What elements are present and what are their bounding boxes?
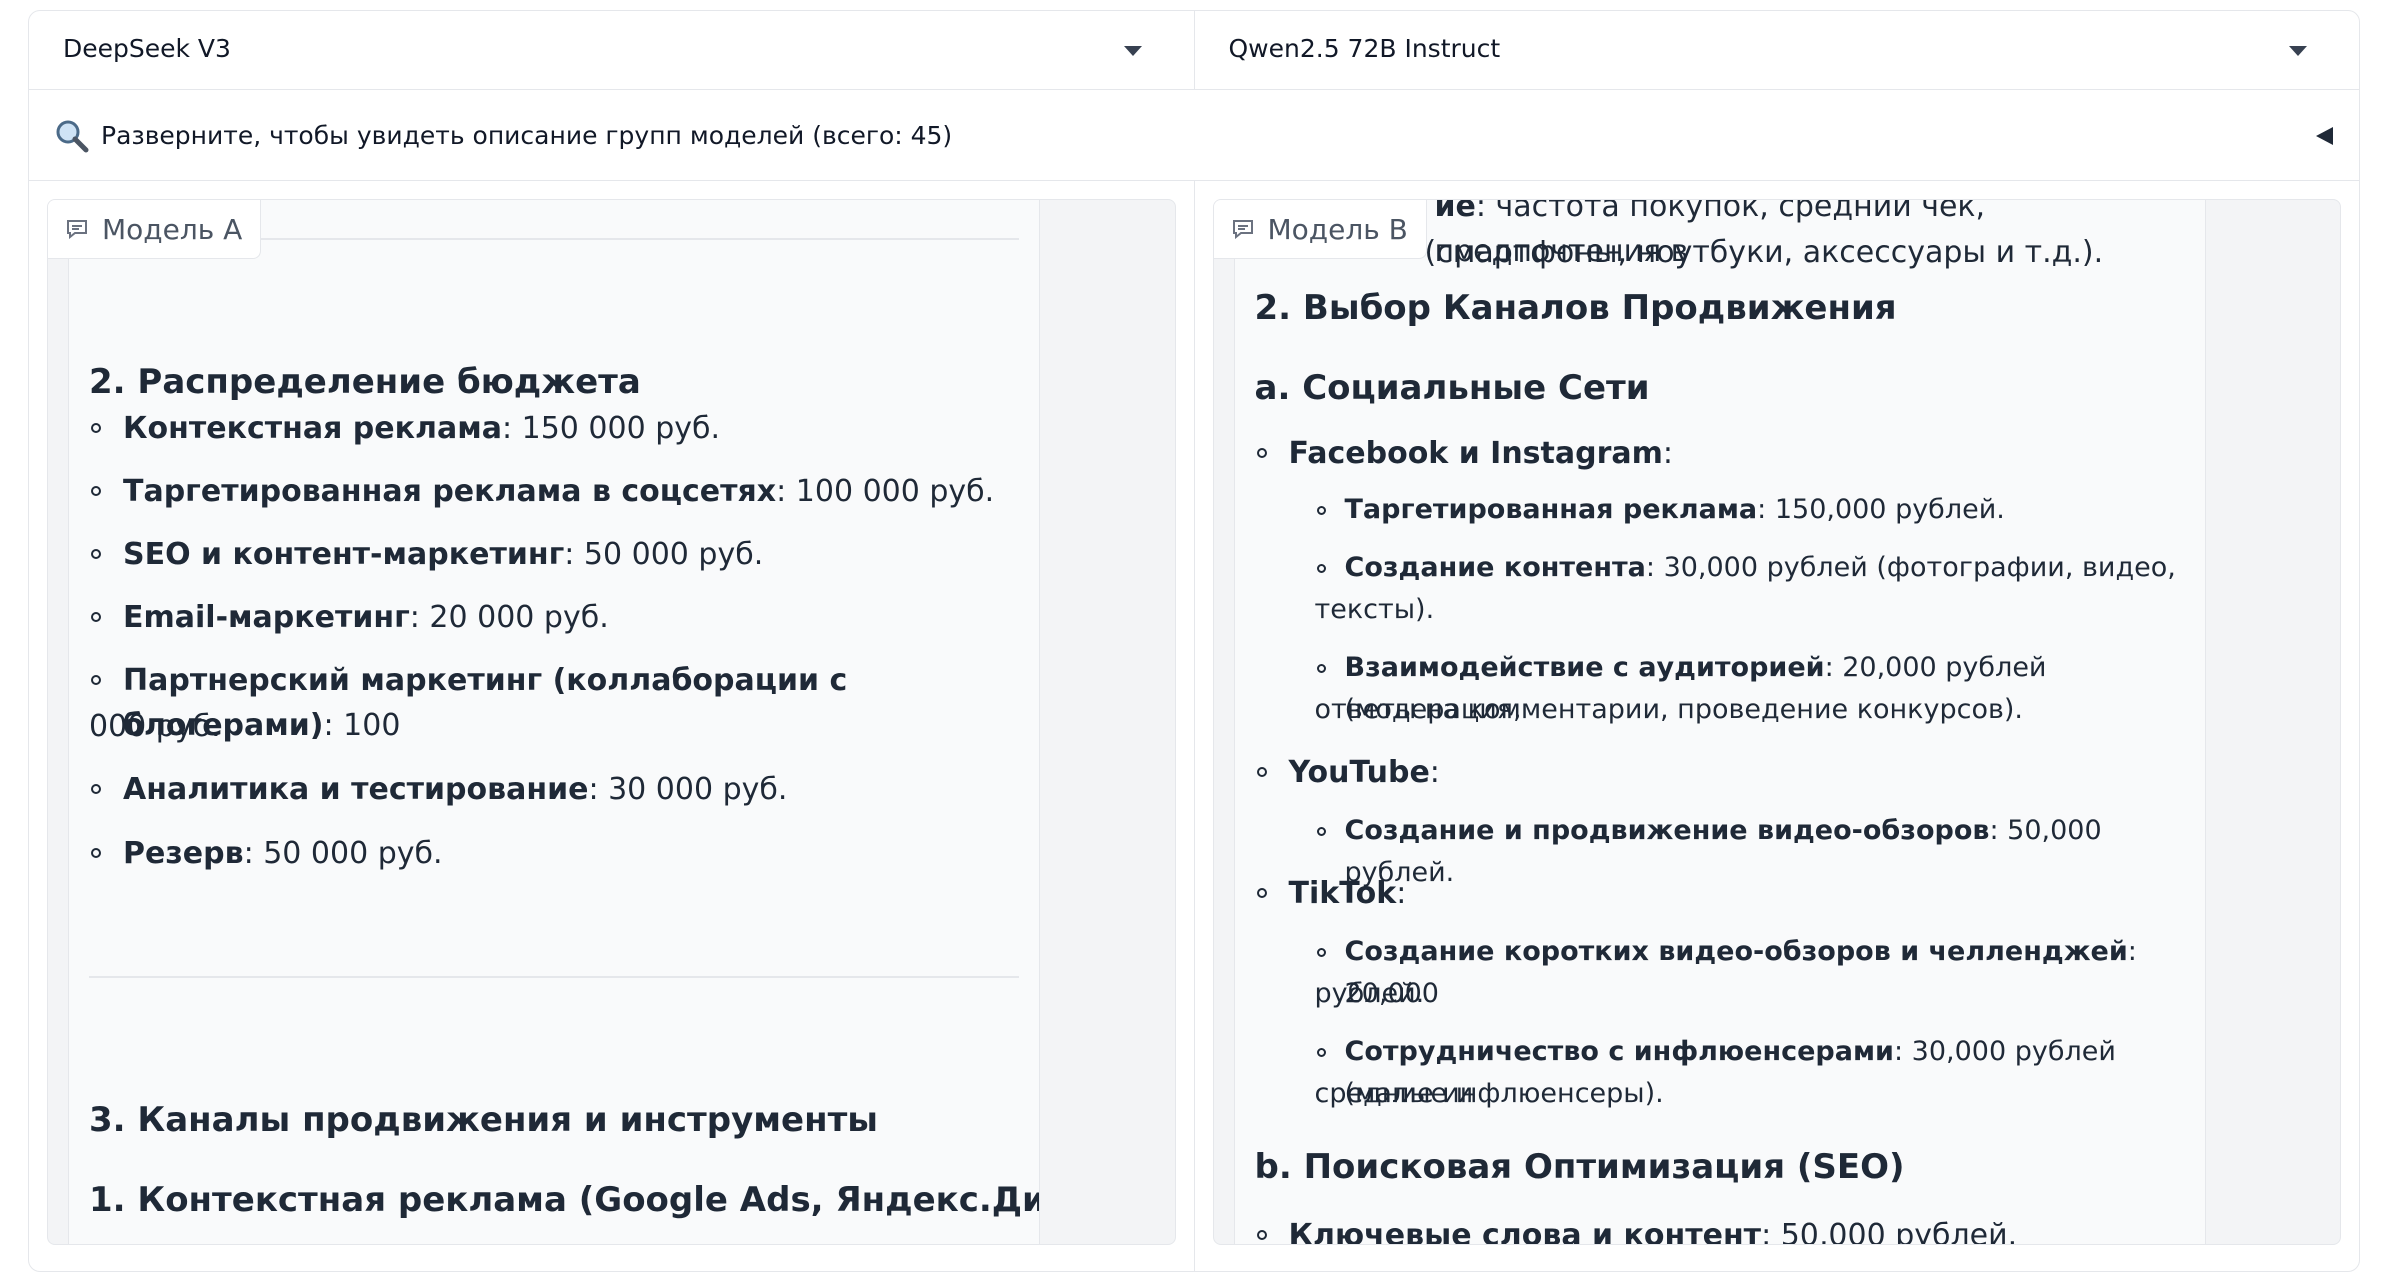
heading-seo: b. Поисковая Оптимизация (SEO) (1254, 1147, 1905, 1187)
bullet (1256, 448, 1267, 458)
message-b: ие: частота покупок, средний чек, предпо… (1233, 200, 2206, 1245)
heading-context-ads: 1. Контекстная реклама (Google Ads, Янде… (89, 1180, 1039, 1220)
model-a-selected: DeepSeek V3 (63, 34, 231, 63)
heading-social: a. Социальные Сети (1254, 368, 1650, 408)
list-item: Создание контента: 30,000 рублей (фотогр… (1344, 552, 2176, 583)
model-a-badge: Модель A (48, 200, 262, 259)
list-item: Аналитика и тестирование: 30 000 руб. (123, 772, 788, 807)
heading-channels: 2. Выбор Каналов Продвижения (1254, 288, 1897, 328)
bullet (1316, 506, 1326, 515)
column-model-b: ие: частота покупок, средний чек, предпо… (1193, 181, 2360, 1271)
list-item: SEO и контент-маркетинг: 50 000 руб. (123, 537, 764, 572)
chatbot-panel-b: ие: частота покупок, средний чек, предпо… (1212, 199, 2341, 1245)
model-b-dropdown[interactable]: Qwen2.5 72B Instruct (1193, 11, 2360, 89)
divider (89, 976, 1019, 978)
collapse-arrow-icon[interactable] (2316, 127, 2333, 145)
list-item: Резерв: 50 000 руб. (123, 836, 443, 871)
list-item-continued: тексты). (1314, 594, 1435, 625)
list-item: Контекстная реклама: 150 000 руб. (123, 411, 721, 446)
chevron-down-icon (1123, 46, 1142, 56)
bullet (1316, 664, 1326, 673)
model-selectors: DeepSeek V3 Qwen2.5 72B Instruct (29, 11, 2359, 90)
bullet (1316, 948, 1326, 957)
list-item: YouTube: (1288, 755, 1440, 790)
chatbot-panel-a: Модель A 2. Распределение бюджета Контек… (47, 199, 1176, 1245)
list-item: Email-маркетинг: 20 000 руб. (123, 600, 609, 635)
bullet (91, 549, 101, 559)
chat-bubble-icon (67, 220, 87, 239)
magnifier-icon (56, 120, 89, 153)
bullet (1316, 827, 1326, 836)
list-item-continued: ответы на комментарии, проведение конкур… (1314, 694, 2024, 725)
list-item: Таргетированная реклама: 150,000 рублей. (1344, 494, 2005, 525)
model-a-dropdown[interactable]: DeepSeek V3 (29, 11, 1194, 89)
model-b-badge: Модель B (1213, 200, 1427, 259)
bullet (91, 675, 101, 685)
bullet (91, 612, 101, 622)
list-item-continued: 000 руб. (89, 709, 221, 744)
list-item: Ключевые слова и контент: 50,000 рублей. (1288, 1218, 2018, 1245)
model-a-label: Модель A (102, 212, 243, 246)
bullet (91, 784, 101, 794)
list-item: Партнерский маркетинг (коллаборации с бл… (123, 663, 848, 743)
arena-frame: DeepSeek V3 Qwen2.5 72B Instruct Разверн… (28, 10, 2360, 1272)
bullet (1316, 564, 1326, 573)
accordion-label: Разверните, чтобы увидеть описание групп… (101, 121, 953, 150)
model-b-label: Модель B (1267, 212, 1408, 246)
bullet (1316, 1048, 1326, 1057)
chevron-down-icon (2289, 46, 2307, 56)
bullet (91, 848, 101, 858)
model-groups-accordion[interactable]: Разверните, чтобы увидеть описание групп… (29, 90, 2359, 181)
list-item: TikTok: (1288, 876, 1407, 911)
column-model-a: Модель A 2. Распределение бюджета Контек… (29, 181, 1194, 1271)
list-item: Таргетированная реклама в соцсетях: 100 … (123, 474, 995, 509)
bullet (1256, 888, 1267, 898)
bullet (91, 423, 101, 433)
list-item: Создание и продвижение видео-обзоров: 50… (1344, 815, 2102, 888)
message-a: 2. Распределение бюджета Контекстная рек… (68, 200, 1040, 1244)
heading-channels: 3. Каналы продвижения и инструменты (89, 1100, 879, 1140)
text-line: (смартфоны, ноутбуки, аксессуары и т.д.)… (1424, 235, 2104, 270)
bullet (1256, 767, 1267, 777)
chat-bubble-icon (1232, 220, 1253, 239)
list-item: Создание коротких видео-обзоров и челлен… (1344, 936, 2137, 1009)
bullet (91, 486, 101, 496)
heading-budget: 2. Распределение бюджета (89, 362, 641, 402)
bullet (1256, 1230, 1267, 1240)
list-item-continued: рублей. (1314, 978, 1425, 1009)
model-b-selected: Qwen2.5 72B Instruct (1228, 34, 1501, 63)
list-item: Facebook и Instagram: (1288, 436, 1674, 471)
list-item-continued: средние инфлюенсеры). (1314, 1078, 1664, 1109)
chat-columns: Модель A 2. Распределение бюджета Контек… (29, 181, 2359, 1271)
